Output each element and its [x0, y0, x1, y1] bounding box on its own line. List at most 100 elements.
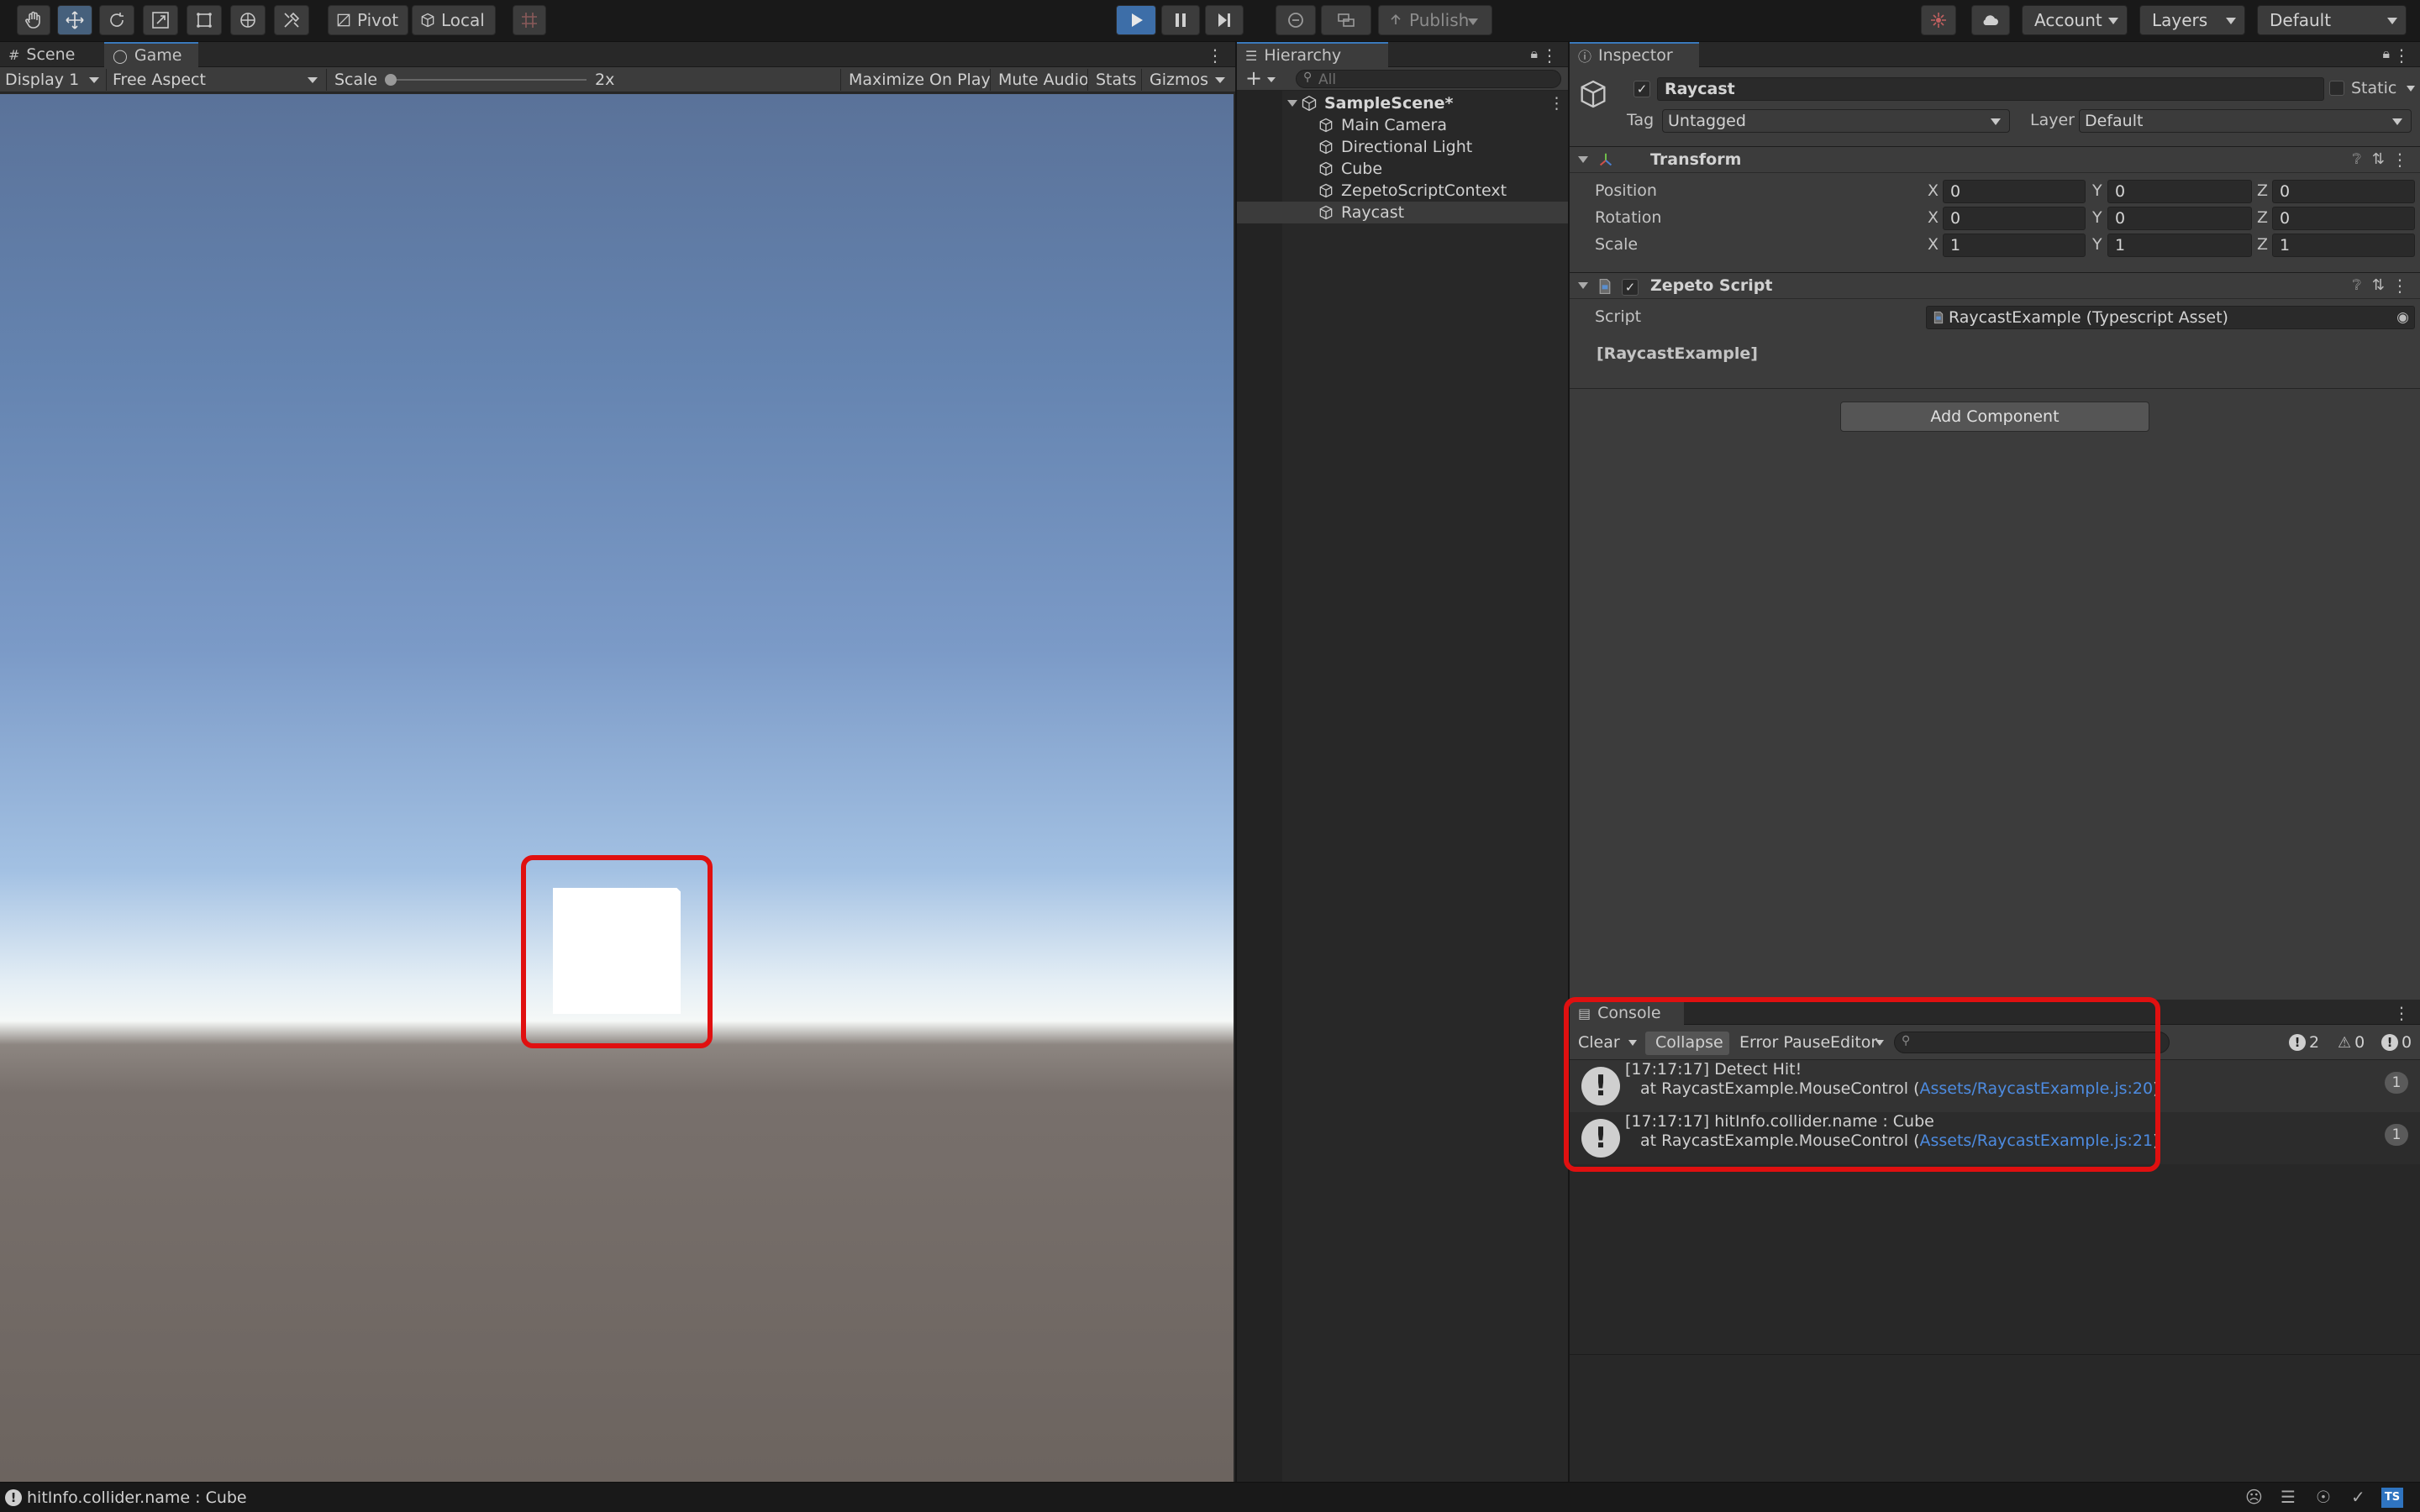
warning-filter-toggle[interactable]: ⚠︎ 0 — [2333, 1030, 2370, 1055]
help-icon[interactable]: ❔︎ — [2353, 277, 2361, 294]
rotate-tool-icon[interactable] — [99, 5, 134, 35]
scene-menu-icon[interactable]: ⋮ — [1549, 94, 1565, 113]
pause-button[interactable] — [1161, 5, 1200, 35]
foldout-chevron-icon[interactable] — [1578, 282, 1588, 289]
active-checkbox[interactable]: ✓ — [1634, 81, 1650, 97]
play-button[interactable] — [1116, 5, 1156, 35]
move-tool-icon[interactable] — [57, 5, 92, 35]
status-message[interactable]: hitInfo.collider.name : Cube — [27, 1488, 247, 1507]
account-dropdown[interactable]: Account — [2022, 5, 2128, 35]
scale-slider-thumb[interactable] — [385, 74, 397, 86]
layout-dropdown[interactable]: Default — [2257, 5, 2407, 35]
cloud-icon[interactable] — [1971, 5, 2010, 35]
enabled-checkbox[interactable]: ✓ — [1622, 279, 1639, 296]
hierarchy-item-label: Main Camera — [1341, 116, 1447, 134]
database-icon[interactable]: ☰ — [2281, 1487, 2296, 1507]
game-panel-tabs: # Scene ◯ Game ⋮ — [0, 42, 1235, 67]
pivot-toggle[interactable]: Pivot — [328, 5, 408, 35]
collapse-count-badge: 1 — [2385, 1124, 2408, 1146]
scale-x-field[interactable]: 1 — [1943, 234, 2086, 257]
inspector-menu-icon[interactable]: ⋮ — [2393, 45, 2410, 66]
hierarchy-search-input[interactable]: ⚲ All — [1296, 70, 1561, 88]
warning-count: 0 — [2354, 1033, 2365, 1052]
component-menu-icon[interactable]: ⋮ — [2391, 276, 2408, 296]
display-dropdown[interactable]: Display 1 — [0, 67, 104, 92]
lock-icon[interactable]: 🔒︎ — [2382, 45, 2390, 62]
foldout-chevron-icon[interactable] — [1578, 156, 1588, 163]
gizmos-chevron-icon[interactable] — [1215, 77, 1225, 83]
tab-game[interactable]: ◯ Game — [104, 42, 198, 67]
create-add-icon[interactable]: + — [1245, 67, 1262, 89]
game-viewport[interactable] — [0, 94, 1234, 1482]
multiplay-icon[interactable] — [1321, 5, 1371, 35]
mute-audio-button[interactable]: Mute Audio — [993, 67, 1094, 92]
create-chevron-icon[interactable] — [1267, 77, 1276, 82]
zepeto-script-header[interactable]: ✓ Zepeto Script ❔︎ ⇅ ⋮ — [1570, 272, 2420, 299]
search-icon: ⚲ — [1303, 71, 1313, 84]
object-name-input[interactable]: Raycast — [1657, 77, 2324, 101]
typescript-asset-icon — [1933, 311, 1944, 324]
publish-button[interactable]: Publish — [1378, 5, 1492, 35]
step-icon — [1218, 13, 1230, 27]
bug-report-icon[interactable]: ☹ — [2245, 1487, 2263, 1507]
scale-z-field[interactable]: 1 — [2272, 234, 2415, 257]
divider — [1570, 1354, 2420, 1355]
scene-root-row[interactable]: SampleScene* ⋮ — [1237, 92, 1573, 114]
step-button[interactable] — [1205, 5, 1244, 35]
rect-tool-icon[interactable] — [187, 5, 222, 35]
grid-snap-icon[interactable] — [513, 5, 546, 35]
rotation-z-field[interactable]: 0 — [2272, 207, 2415, 230]
scale-y-field[interactable]: 1 — [2107, 234, 2252, 257]
position-z-field[interactable]: 0 — [2272, 180, 2415, 203]
hierarchy-item-main-camera[interactable]: Main Camera — [1237, 114, 1573, 136]
position-y-field[interactable]: 0 — [2107, 180, 2252, 203]
aspect-dropdown[interactable]: Free Aspect — [108, 67, 323, 92]
check-circle-icon[interactable]: ✓ — [2351, 1487, 2365, 1507]
transform-header[interactable]: Transform ❔︎ ⇅ ⋮ — [1570, 146, 2420, 173]
divider — [1570, 388, 2420, 389]
rotation-y-field[interactable]: 0 — [2107, 207, 2252, 230]
info-filter-toggle[interactable]: ! 2 — [2284, 1030, 2324, 1055]
add-component-button[interactable]: Add Component — [1840, 402, 2149, 432]
help-icon[interactable]: ❔︎ — [2353, 151, 2361, 168]
network-icon[interactable]: ☉ — [2316, 1487, 2331, 1507]
object-picker-icon[interactable]: ◉ — [2396, 309, 2409, 326]
collab-icon[interactable] — [1276, 5, 1316, 35]
presets-icon[interactable]: ⇅ — [2372, 150, 2385, 168]
tab-scene[interactable]: # Scene — [0, 42, 104, 67]
script-object-field[interactable]: RaycastExample (Typescript Asset) ◉ — [1926, 306, 2415, 329]
tab-hierarchy[interactable]: ☰ Hierarchy — [1237, 42, 1388, 67]
tab-inspector[interactable]: ⓘ Inspector — [1570, 42, 1699, 67]
gizmos-button[interactable]: Gizmos — [1144, 67, 1213, 92]
custom-tool-icon[interactable] — [274, 5, 309, 35]
game-panel-menu-icon[interactable]: ⋮ — [1207, 45, 1223, 66]
hierarchy-item-cube[interactable]: Cube — [1237, 158, 1573, 180]
lock-icon[interactable]: 🔒︎ — [1530, 45, 1538, 62]
position-x-field[interactable]: 0 — [1943, 180, 2086, 203]
presets-icon[interactable]: ⇅ — [2372, 276, 2385, 294]
layer-value: Default — [2085, 112, 2144, 130]
transform-tool-icon[interactable] — [230, 5, 266, 35]
hierarchy-item-raycast[interactable]: Raycast — [1237, 202, 1568, 223]
tag-dropdown[interactable]: Untagged — [1662, 109, 2010, 133]
hierarchy-item-zepeto-script-context[interactable]: ZepetoScriptContext — [1237, 180, 1573, 202]
hand-tool-icon[interactable] — [17, 5, 50, 35]
hierarchy-item-directional-light[interactable]: Directional Light — [1237, 136, 1573, 158]
layers-dropdown[interactable]: Layers — [2139, 5, 2245, 35]
stats-button[interactable]: Stats — [1091, 67, 1142, 92]
typescript-badge[interactable]: TS — [2381, 1488, 2403, 1508]
layer-dropdown[interactable]: Default — [2079, 109, 2412, 133]
static-checkbox[interactable] — [2329, 81, 2344, 96]
error-filter-toggle[interactable]: ! 0 — [2376, 1030, 2417, 1055]
rotation-x-field[interactable]: 0 — [1943, 207, 2086, 230]
local-toggle[interactable]: Local — [412, 5, 496, 35]
hierarchy-menu-icon[interactable]: ⋮ — [1541, 45, 1558, 66]
scale-slider-track[interactable] — [388, 79, 587, 81]
component-menu-icon[interactable]: ⋮ — [2391, 150, 2408, 170]
maximize-on-play-button[interactable]: Maximize On Play — [844, 67, 996, 92]
static-chevron-icon[interactable] — [2407, 86, 2415, 92]
scale-tool-icon[interactable] — [143, 5, 178, 35]
console-menu-icon[interactable]: ⋮ — [2393, 1003, 2410, 1023]
debug-icon[interactable] — [1921, 5, 1956, 35]
expand-chevron-icon[interactable] — [1287, 100, 1297, 107]
